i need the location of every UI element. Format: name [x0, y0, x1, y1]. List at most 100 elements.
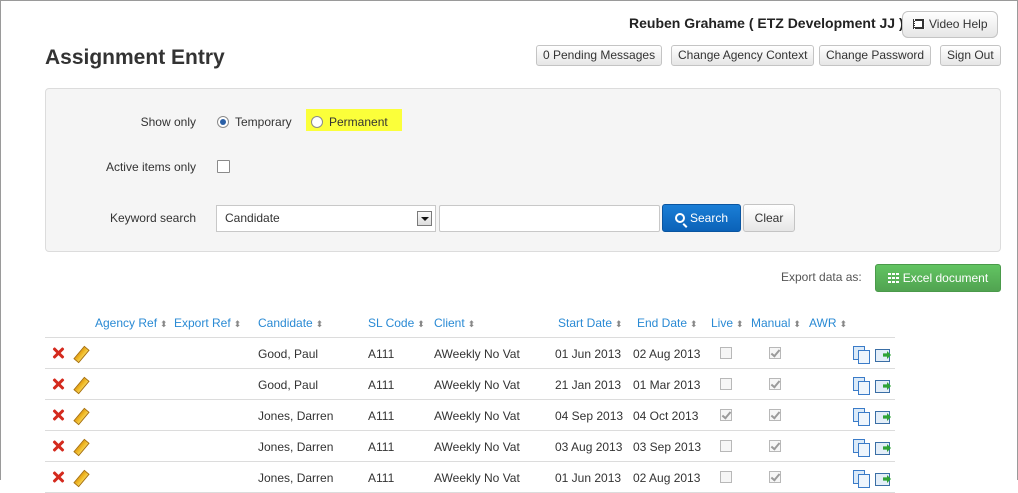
user-name: Reuben Grahame ( ETZ Development JJ )	[629, 15, 904, 31]
col-export-ref[interactable]: Export Ref ⬍	[174, 316, 241, 330]
copy-icon[interactable]	[853, 346, 870, 364]
copy-icon[interactable]	[853, 377, 870, 395]
active-items-checkbox[interactable]	[217, 160, 230, 173]
cell-candidate: Jones, Darren	[258, 471, 334, 485]
delete-icon[interactable]	[52, 440, 64, 452]
excel-label: Excel document	[902, 271, 989, 285]
col-awr-label: AWR	[809, 316, 837, 330]
table-row: Good, Paul A111 AWeekly No Vat 01 Jun 20…	[45, 338, 895, 369]
cell-client: AWeekly No Vat	[434, 347, 520, 361]
col-candidate-label: Candidate	[258, 316, 313, 330]
col-agency-ref[interactable]: Agency Ref ⬍	[95, 316, 168, 330]
excel-export-button[interactable]: Excel document	[875, 264, 1001, 292]
col-live-label: Live	[711, 316, 734, 330]
cell-start-date: 03 Aug 2013	[555, 440, 623, 454]
table-row: Good, Paul A111 AWeekly No Vat 21 Jan 20…	[45, 369, 895, 400]
cell-end-date: 01 Mar 2013	[633, 378, 701, 392]
cell-sl-code: A111	[368, 347, 395, 361]
manual-checkbox	[769, 347, 781, 359]
manual-checkbox	[769, 378, 781, 390]
col-client[interactable]: Client ⬍	[434, 316, 475, 330]
sort-icon: ⬍	[233, 319, 242, 329]
pending-messages-button[interactable]: 0 Pending Messages	[536, 45, 663, 66]
keyword-field-value: Candidate	[225, 211, 280, 225]
col-end-date[interactable]: End Date ⬍	[637, 316, 698, 330]
cell-sl-code: A111	[368, 440, 395, 454]
delete-icon[interactable]	[52, 471, 64, 483]
edit-pencil-icon[interactable]	[72, 439, 88, 455]
temporary-radio[interactable]	[217, 116, 229, 128]
col-awr[interactable]: AWR ⬍	[809, 316, 847, 330]
export-arrow-icon[interactable]	[875, 471, 892, 486]
cell-sl-code: A111	[368, 471, 395, 485]
keyword-input[interactable]	[439, 205, 660, 232]
cell-candidate: Good, Paul	[258, 378, 319, 392]
sort-icon: ⬍	[417, 319, 425, 329]
active-items-label: Active items only	[105, 160, 196, 174]
col-live[interactable]: Live ⬍	[711, 316, 744, 330]
col-client-label: Client	[434, 316, 465, 330]
cell-start-date: 21 Jan 2013	[555, 378, 622, 392]
keyword-field-select[interactable]: Candidate	[216, 205, 436, 232]
cell-sl-code: A111	[368, 378, 395, 392]
export-arrow-icon[interactable]	[875, 440, 892, 455]
table-row: Jones, Darren A111 AWeekly No Vat 04 Sep…	[45, 400, 895, 431]
col-sl-code[interactable]: SL Code ⬍	[368, 316, 425, 330]
col-start-date-label: Start Date	[558, 316, 613, 330]
cell-candidate: Good, Paul	[258, 347, 319, 361]
sort-icon: ⬍	[690, 319, 698, 329]
edit-pencil-icon[interactable]	[72, 346, 88, 362]
table-row: Jones, Darren A111 AWeekly No Vat 03 Aug…	[45, 431, 895, 462]
cell-end-date: 03 Sep 2013	[633, 440, 702, 454]
cell-client: AWeekly No Vat	[434, 471, 520, 485]
copy-icon[interactable]	[853, 470, 870, 488]
table-header: Agency Ref ⬍ Export Ref ⬍ Candidate ⬍ SL Co…	[45, 307, 895, 338]
delete-icon[interactable]	[52, 378, 64, 390]
page-title: Assignment Entry	[45, 46, 225, 69]
copy-icon[interactable]	[853, 439, 870, 457]
export-arrow-icon[interactable]	[875, 409, 892, 424]
export-label: Export data as:	[781, 270, 862, 284]
delete-icon[interactable]	[52, 347, 64, 359]
permanent-radio[interactable]	[311, 116, 323, 128]
cell-end-date: 02 Aug 2013	[633, 347, 701, 361]
export-arrow-icon[interactable]	[875, 378, 892, 393]
cell-client: AWeekly No Vat	[434, 409, 520, 423]
filter-panel: Show only Temporary Permanent Active ite…	[45, 88, 1001, 252]
sign-out-button[interactable]: Sign Out	[940, 45, 1001, 66]
live-checkbox	[720, 409, 732, 421]
temporary-label[interactable]: Temporary	[235, 115, 292, 129]
live-checkbox	[720, 378, 732, 390]
cell-candidate: Jones, Darren	[258, 440, 334, 454]
search-button[interactable]: Search	[662, 204, 741, 232]
live-checkbox	[720, 440, 732, 452]
keyword-search-label: Keyword search	[109, 211, 196, 225]
permanent-label[interactable]: Permanent	[329, 115, 388, 129]
sort-icon: ⬍	[615, 319, 623, 329]
cell-start-date: 01 Jun 2013	[555, 471, 622, 485]
edit-pencil-icon[interactable]	[72, 470, 88, 486]
delete-icon[interactable]	[52, 409, 64, 421]
col-manual[interactable]: Manual ⬍	[751, 316, 801, 330]
edit-pencil-icon[interactable]	[72, 408, 88, 424]
col-export-ref-label: Export Ref	[174, 316, 231, 330]
change-password-button[interactable]: Change Password	[819, 45, 932, 66]
cell-client: AWeekly No Vat	[434, 440, 520, 454]
chevron-down-icon[interactable]	[417, 211, 432, 226]
manual-checkbox	[769, 440, 781, 452]
export-arrow-icon[interactable]	[875, 347, 892, 362]
col-sl-code-label: SL Code	[368, 316, 415, 330]
copy-icon[interactable]	[853, 408, 870, 426]
edit-pencil-icon[interactable]	[72, 377, 88, 393]
video-help-button[interactable]: Video Help	[902, 11, 998, 38]
clear-button[interactable]: Clear	[743, 204, 795, 232]
col-candidate[interactable]: Candidate ⬍	[258, 316, 323, 330]
sort-icon: ⬍	[736, 319, 744, 329]
sort-icon: ⬍	[160, 319, 168, 329]
search-label: Search	[689, 211, 729, 225]
sort-icon: ⬍	[467, 319, 476, 329]
cell-start-date: 01 Jun 2013	[555, 347, 622, 361]
col-start-date[interactable]: Start Date ⬍	[558, 316, 623, 330]
live-checkbox	[720, 471, 732, 483]
change-agency-context-button[interactable]: Change Agency Context	[671, 45, 815, 66]
